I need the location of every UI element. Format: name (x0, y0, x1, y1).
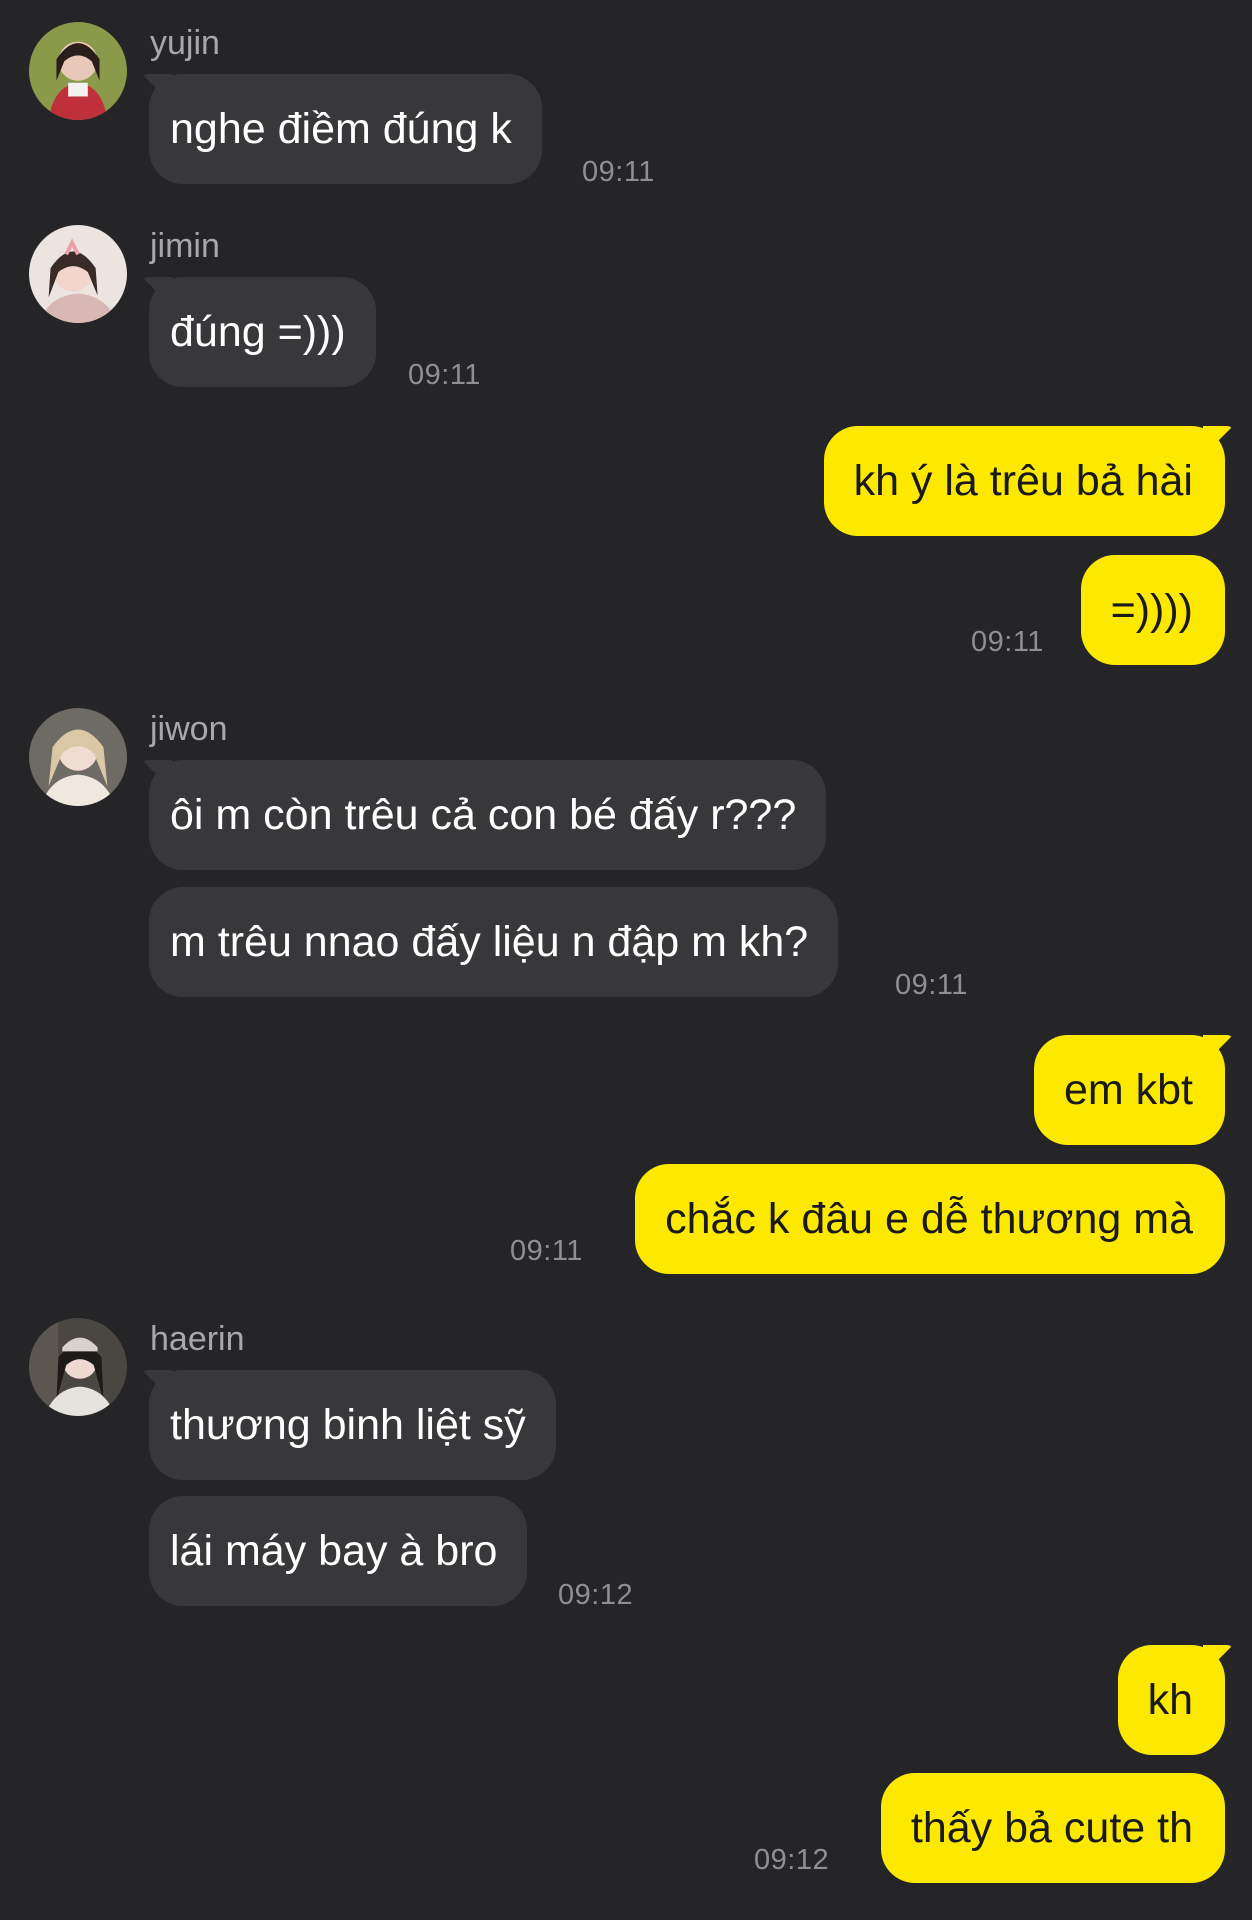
haerin-avatar-icon[interactable] (29, 1318, 127, 1416)
message-bubble[interactable]: thấy bả cute th (880, 1773, 1225, 1883)
message-text: em kbt (1063, 1065, 1193, 1114)
message-text: m trêu nnao đấy liệu n đập m kh? (170, 917, 809, 966)
message-text: ôi m còn trêu cả con bé đấy r??? (170, 790, 797, 839)
message-bubble[interactable]: kh (1117, 1645, 1225, 1755)
message-time: 09:12 (558, 1579, 634, 1611)
message-bubble[interactable]: thương binh liệt sỹ (149, 1370, 556, 1480)
message-time: 09:11 (510, 1235, 583, 1267)
chat-thread[interactable]: yujin nghe điềm đúng k 09:11 jimin đúng … (0, 0, 1252, 1920)
message-bubble[interactable]: chắc k đâu e dễ thương mà (635, 1164, 1225, 1274)
message-bubble[interactable]: đúng =))) (149, 277, 376, 387)
message-bubble[interactable]: m trêu nnao đấy liệu n đập m kh? (149, 887, 839, 997)
message-bubble[interactable]: kh ý là trêu bả hài (823, 426, 1225, 536)
message-text: nghe điềm đúng k (170, 104, 512, 153)
sender-name: jimin (150, 227, 220, 265)
message-text: =)))) (1110, 585, 1193, 634)
message-bubble[interactable]: ôi m còn trêu cả con bé đấy r??? (149, 760, 827, 870)
sender-name: haerin (150, 1320, 245, 1358)
message-bubble[interactable]: =)))) (1080, 555, 1225, 665)
message-time: 09:12 (754, 1844, 830, 1876)
message-bubble[interactable]: em kbt (1033, 1035, 1225, 1145)
message-text: đúng =))) (170, 307, 346, 356)
jiwon-avatar-icon[interactable] (29, 708, 127, 806)
message-text: thương binh liệt sỹ (170, 1400, 526, 1449)
sender-name: jiwon (150, 710, 228, 748)
message-bubble[interactable]: lái máy bay à bro (149, 1496, 528, 1606)
message-text: kh (1147, 1675, 1193, 1724)
message-text: thấy bả cute th (910, 1803, 1193, 1852)
message-text: lái máy bay à bro (170, 1526, 498, 1575)
sender-name: yujin (150, 24, 220, 62)
message-time: 09:11 (408, 359, 481, 391)
jimin-avatar-icon[interactable] (29, 225, 127, 323)
message-text: kh ý là trêu bả hài (853, 456, 1193, 505)
message-time: 09:11 (895, 969, 968, 1001)
message-bubble[interactable]: nghe điềm đúng k (149, 74, 542, 184)
message-text: chắc k đâu e dễ thương mà (665, 1194, 1193, 1243)
message-time: 09:11 (582, 156, 655, 188)
message-time: 09:11 (971, 626, 1044, 658)
yujin-avatar-icon[interactable] (29, 22, 127, 120)
